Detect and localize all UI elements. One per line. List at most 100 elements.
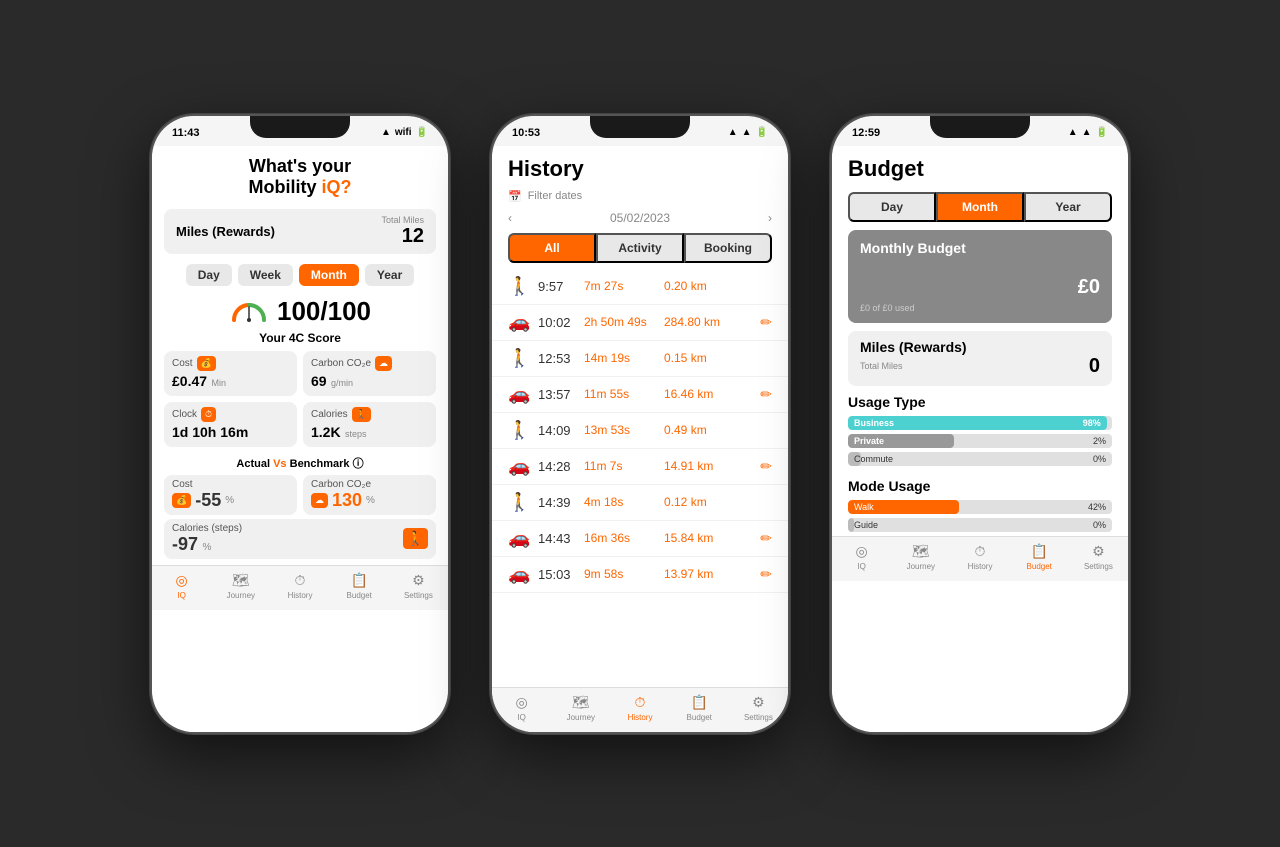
nav-history-b[interactable]: ⏱ History xyxy=(950,543,1009,571)
history-item-4: 🚶 14:09 13m 53s 0.49 km xyxy=(492,413,788,449)
tab-day-iq[interactable]: Day xyxy=(186,264,232,286)
mode-usage-box: Mode Usage 42% Walk 0% Guide xyxy=(848,478,1112,536)
nav-budget[interactable]: 📋 Budget xyxy=(330,572,389,600)
miles-box-iq: Miles (Rewards) Total Miles 12 xyxy=(164,209,436,254)
car-icon-5: 🚗 xyxy=(508,456,528,477)
status-icons-iq: ▲ wifi 🔋 xyxy=(381,127,428,138)
nav-settings[interactable]: ⚙ Settings xyxy=(389,572,448,600)
wifi-icon: wifi xyxy=(395,127,412,138)
cost-item: Cost 💰 £0.47 Min xyxy=(164,351,297,396)
time-budget: 12:59 xyxy=(852,127,880,139)
edit-icon-5[interactable]: ✏ xyxy=(760,458,772,475)
history-icon-b: ⏱ xyxy=(975,543,986,560)
filter-row: 📅 Filter dates xyxy=(492,188,788,207)
edit-icon-3[interactable]: ✏ xyxy=(760,386,772,403)
status-icons-budget: ▲ ▲ 🔋 xyxy=(1068,127,1108,138)
bench-calories-row: Calories (steps) -97 % 🚶 xyxy=(164,519,436,559)
miles-right-iq: Total Miles 12 xyxy=(381,215,424,248)
time-iq: 11:43 xyxy=(172,127,200,139)
cost-badge: 💰 xyxy=(197,356,216,371)
usage-bar-commute: 0% Commute xyxy=(848,452,1112,466)
edit-icon-1[interactable]: ✏ xyxy=(760,314,772,331)
phones-container: 11:43 ▲ wifi 🔋 What's your Mobility iQ? … xyxy=(150,114,1130,734)
phone-inner-budget: 12:59 ▲ ▲ 🔋 Budget Day Month Year Monthl… xyxy=(832,116,1128,732)
monthly-budget-title: Monthly Budget xyxy=(860,240,1100,256)
signal-icon-b: ▲ xyxy=(1068,127,1078,138)
nav-journey[interactable]: 🗺 Journey xyxy=(211,572,270,600)
tab-year-budget[interactable]: Year xyxy=(1024,192,1112,222)
phone-history: 10:53 ▲ ▲ 🔋 History 📅 Filter dates ‹ 05/… xyxy=(490,114,790,734)
nav-journey-h[interactable]: 🗺 Journey xyxy=(551,694,610,722)
edit-icon-8[interactable]: ✏ xyxy=(760,566,772,583)
walk-icon-0: 🚶 xyxy=(508,276,528,297)
history-screen-content: History 📅 Filter dates ‹ 05/02/2023 › Al… xyxy=(492,146,788,732)
monthly-budget-sub: £0 of £0 used xyxy=(860,303,1100,313)
benchmark-grid: Cost 💰 -55 % Carbon CO₂e ☁ 130 % xyxy=(164,475,436,515)
battery-icon: 🔋 xyxy=(416,127,428,138)
iq-title: What's your Mobility iQ? xyxy=(152,146,448,205)
car-icon-8: 🚗 xyxy=(508,564,528,585)
prev-date-button[interactable]: ‹ xyxy=(508,211,512,225)
tab-booking[interactable]: Booking xyxy=(684,233,772,263)
walk-icon-6: 🚶 xyxy=(508,492,528,513)
bench-carbon-item: Carbon CO₂e ☁ 130 % xyxy=(303,475,436,515)
nav-journey-b[interactable]: 🗺 Journey xyxy=(891,543,950,571)
nav-history[interactable]: ⏱ History xyxy=(270,572,329,600)
battery-icon-h: 🔋 xyxy=(756,127,768,138)
usage-type-title: Usage Type xyxy=(848,394,1112,410)
miles-rewards-box: Miles (Rewards) Total Miles 0 xyxy=(848,331,1112,386)
iq-icon: ◎ xyxy=(175,572,187,589)
history-item-3: 🚗 13:57 11m 55s 16.46 km ✏ xyxy=(492,377,788,413)
iq-icon-h: ◎ xyxy=(515,694,527,711)
history-icon: ⏱ xyxy=(295,572,306,589)
mode-bar-walk: 42% Walk xyxy=(848,500,1112,514)
edit-icon-7[interactable]: ✏ xyxy=(760,530,772,547)
nav-history-h[interactable]: ⏱ History xyxy=(610,694,669,722)
clock-item: Clock ⏱ 1d 10h 16m xyxy=(164,402,297,447)
status-icons-history: ▲ ▲ 🔋 xyxy=(728,127,768,138)
score-display: 100/100 xyxy=(164,296,436,327)
phone-iq: 11:43 ▲ wifi 🔋 What's your Mobility iQ? … xyxy=(150,114,450,734)
tab-month-iq[interactable]: Month xyxy=(299,264,359,286)
tab-month-budget[interactable]: Month xyxy=(936,192,1024,222)
car-icon-7: 🚗 xyxy=(508,528,528,549)
notch-budget xyxy=(930,116,1030,138)
journey-icon-h: 🗺 xyxy=(572,694,590,711)
history-item-0: 🚶 9:57 7m 27s 0.20 km xyxy=(492,269,788,305)
nav-settings-b[interactable]: ⚙ Settings xyxy=(1069,543,1128,571)
tab-year-iq[interactable]: Year xyxy=(365,264,414,286)
calories-badge: 🚶 xyxy=(352,407,371,422)
current-date: 05/02/2023 xyxy=(610,211,670,225)
signal-icon-h: ▲ xyxy=(728,127,738,138)
history-item-6: 🚶 14:39 4m 18s 0.12 km xyxy=(492,485,788,521)
nav-iq-h[interactable]: ◎ IQ xyxy=(492,694,551,722)
cost-value-row: £0.47 Min xyxy=(172,373,289,391)
nav-iq-b[interactable]: ◎ IQ xyxy=(832,543,891,571)
iq-icon-b: ◎ xyxy=(855,543,867,560)
miles-rewards-title: Miles (Rewards) xyxy=(860,339,1100,355)
wifi-icon-h: ▲ xyxy=(742,127,752,138)
calories-value-row: 1.2K steps xyxy=(311,424,428,442)
nav-budget-b[interactable]: 📋 Budget xyxy=(1010,543,1069,571)
mode-usage-title: Mode Usage xyxy=(848,478,1112,494)
tab-activity[interactable]: Activity xyxy=(596,233,684,263)
date-nav: ‹ 05/02/2023 › xyxy=(492,207,788,229)
settings-icon-h: ⚙ xyxy=(752,694,765,711)
budget-icon-b: 📋 xyxy=(1030,543,1047,560)
history-list: 🚶 9:57 7m 27s 0.20 km 🚗 10:02 2h 50m 49s… xyxy=(492,269,788,687)
usage-bar-business: Business 98% xyxy=(848,416,1112,430)
nav-budget-h[interactable]: 📋 Budget xyxy=(670,694,729,722)
tab-all[interactable]: All xyxy=(508,233,596,263)
nav-settings-h[interactable]: ⚙ Settings xyxy=(729,694,788,722)
tab-week-iq[interactable]: Week xyxy=(238,264,293,286)
nav-iq[interactable]: ◎ IQ xyxy=(152,572,211,600)
period-tabs-iq: Day Week Month Year xyxy=(164,264,436,286)
next-date-button[interactable]: › xyxy=(768,211,772,225)
usage-type-box: Usage Type Business 98% Private xyxy=(848,394,1112,470)
carbon-value-row: 69 g/min xyxy=(311,373,428,391)
history-item-7: 🚗 14:43 16m 36s 15.84 km ✏ xyxy=(492,521,788,557)
walk-icon-2: 🚶 xyxy=(508,348,528,369)
mode-bar-guide: 0% Guide xyxy=(848,518,1112,532)
tab-day-budget[interactable]: Day xyxy=(848,192,936,222)
phone-inner-iq: 11:43 ▲ wifi 🔋 What's your Mobility iQ? … xyxy=(152,116,448,732)
